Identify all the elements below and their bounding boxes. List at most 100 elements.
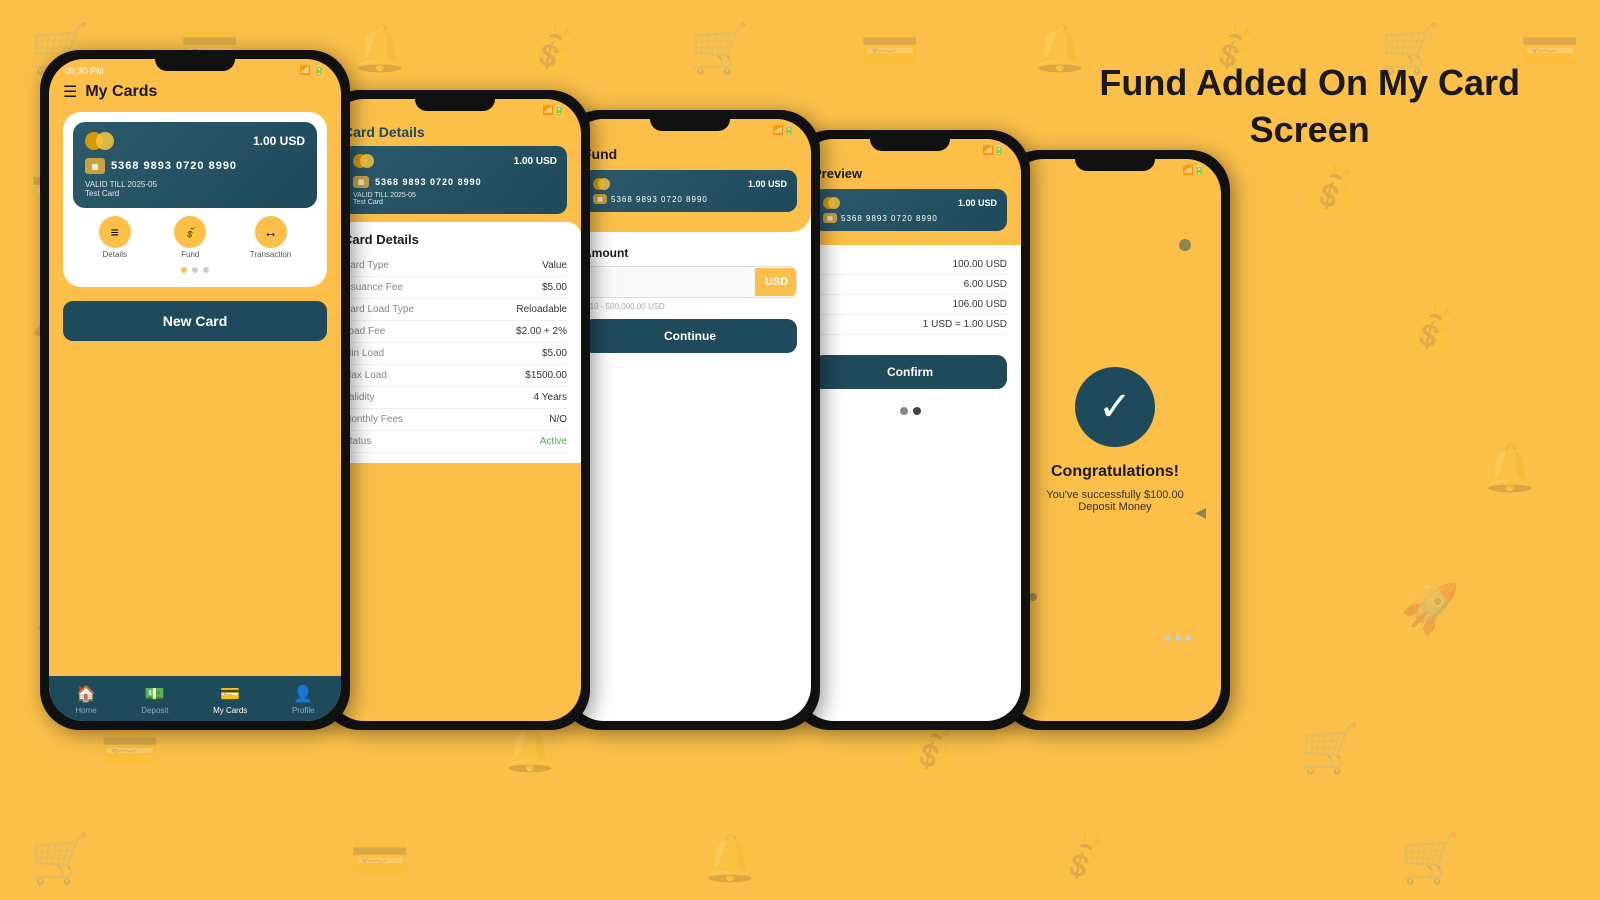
hamburger-icon[interactable]: ☰: [63, 82, 77, 102]
detail-row-minload: Min Load $5.00: [343, 343, 567, 365]
detail-row-loadfee: Load Fee $2.00 + 2%: [343, 321, 567, 343]
card-valid: VALID TILL 2025-05: [85, 180, 305, 189]
congrats-title: Congratulations!: [1051, 463, 1179, 481]
details-card-amount: 1.00 USD: [514, 156, 557, 167]
fund-card-number: 5368 9893 0720 8990: [611, 195, 708, 204]
deco-circle-2: [1029, 593, 1037, 601]
preview-dots: [799, 399, 1021, 423]
home-icon: 🏠: [76, 684, 96, 704]
details-label: Details: [103, 250, 127, 259]
preview-row-1: 100.00 USD: [813, 255, 1007, 275]
mycards-title: My Cards: [85, 83, 157, 101]
nav-mycards-label: My Cards: [213, 706, 247, 715]
phone-1-notch: [155, 53, 235, 71]
phone-1-screen: 08:30 PM 📶 🔋 ☰ My Cards: [49, 59, 341, 721]
screen-fund: 📶🔋 Fund 1.00 USD ▦: [569, 119, 811, 721]
phone-5-notch: [1075, 153, 1155, 171]
credit-card: 1.00 USD ▦ 5368 9893 0720 8990 VALID TIL…: [73, 122, 317, 208]
phone-3: 📶🔋 Fund 1.00 USD ▦: [560, 110, 820, 730]
phone-2: 📶🔋 Card Details 1.00 USD: [320, 90, 590, 730]
details-name: Test Card: [353, 199, 557, 206]
nav-home-label: Home: [75, 706, 96, 715]
screen-mycards: 08:30 PM 📶 🔋 ☰ My Cards: [49, 59, 341, 721]
details-card-top: 1.00 USD: [353, 154, 557, 168]
preview-mc-logo: [823, 197, 840, 209]
phone-5: 📶🔋 ◀ ✓ Congratulations! You've successfu…: [1000, 150, 1230, 730]
fund-body: Amount USD 0.10 - 500,000.00 USD Continu…: [569, 232, 811, 367]
amount-input[interactable]: [584, 267, 755, 297]
phone-2-notch: [415, 93, 495, 111]
mycards-header: ☰ My Cards: [49, 78, 341, 108]
check-circle: ✓: [1075, 367, 1155, 447]
preview-title: Preview: [813, 166, 1007, 181]
preview-row-3: 106.00 USD: [813, 295, 1007, 315]
amount-hint: 0.10 - 500,000.00 USD: [583, 302, 797, 311]
fund-card-mini: 1.00 USD ▦ 5368 9893 0720 8990: [583, 170, 797, 212]
deco-arrow: ◀: [1195, 504, 1206, 521]
action-fund[interactable]: 💰 Fund: [174, 216, 206, 259]
time-1: 08:30 PM: [65, 66, 104, 76]
nav-profile-label: Profile: [292, 706, 315, 715]
card-carousel: 1.00 USD ▦ 5368 9893 0720 8990 VALID TIL…: [63, 112, 327, 287]
screen-preview: 📶🔋 Preview 1.00 USD ▦: [799, 139, 1021, 721]
preview-top: Preview 1.00 USD ▦ 5368 9893 0720 8990: [799, 158, 1021, 245]
check-icon: ✓: [1098, 384, 1132, 430]
card-name: Test Card: [85, 189, 305, 198]
action-details[interactable]: ≡ Details: [99, 216, 131, 259]
new-card-button[interactable]: New Card: [63, 301, 327, 341]
detail-row-issuance: Issuance Fee $5.00: [343, 277, 567, 299]
transaction-icon: ↔: [255, 216, 287, 248]
preview-row-4: 1 USD = 1.00 USD: [813, 315, 1007, 335]
nav-deposit-label: Deposit: [141, 706, 168, 715]
carddetails-header: Card Details: [329, 118, 581, 146]
phone-4: 📶🔋 Preview 1.00 USD ▦: [790, 130, 1030, 730]
congrats-text: You've successfully $100.00 Deposit Mone…: [1046, 489, 1183, 513]
nav-mycards[interactable]: 💳 My Cards: [213, 684, 247, 715]
detail-row-monthly: Monthly Fees N/O: [343, 409, 567, 431]
details-icon: ≡: [99, 216, 131, 248]
continue-button[interactable]: Continue: [583, 319, 797, 353]
preview-list: 100.00 USD 6.00 USD 106.00 USD 1 USD = 1…: [799, 245, 1021, 345]
preview-card-mini: 1.00 USD ▦ 5368 9893 0720 8990: [813, 189, 1007, 231]
phone-5-screen: 📶🔋 ◀ ✓ Congratulations! You've successfu…: [1009, 159, 1221, 721]
details-card-footer: VALID TILL 2025-05 Test Card: [353, 192, 557, 206]
details-chip: ▦: [353, 176, 369, 188]
usd-badge: USD: [755, 268, 797, 296]
details-card-number: 5368 9893 0720 8990: [375, 177, 482, 187]
deco-circle-1: [1179, 239, 1191, 251]
amount-input-row: USD: [583, 266, 797, 298]
deposit-icon: 💵: [145, 684, 165, 704]
phone-3-notch: [650, 113, 730, 131]
fund-screen-title: Fund: [583, 146, 797, 162]
card-top-row: 1.00 USD: [85, 132, 305, 150]
preview-row-2: 6.00 USD: [813, 275, 1007, 295]
dot-2: [192, 267, 198, 273]
card-number: 5368 9893 0720 8990: [111, 160, 237, 172]
phones-container: 08:30 PM 📶 🔋 ☰ My Cards: [40, 50, 1230, 730]
action-transaction[interactable]: ↔ Transaction: [250, 216, 292, 259]
phone-3-screen: 📶🔋 Fund 1.00 USD ▦: [569, 119, 811, 721]
fund-top: Fund 1.00 USD ▦ 5368 9893 0720 8990: [569, 138, 811, 232]
carousel-dots: [73, 263, 317, 277]
nav-profile[interactable]: 👤 Profile: [292, 684, 315, 715]
details-card-chip: ▦ 5368 9893 0720 8990: [353, 176, 557, 188]
details-mc-c2: [360, 154, 374, 168]
phone-4-notch: [870, 133, 950, 151]
dot-1: [181, 267, 187, 273]
fund-mc-c2: [598, 178, 610, 190]
screen-congrats: 📶🔋 ◀ ✓ Congratulations! You've successfu…: [1009, 159, 1221, 721]
dot-3: [203, 267, 209, 273]
detail-row-maxload: Max Load $1500.00: [343, 365, 567, 387]
mastercard-logo: [85, 132, 114, 150]
nav-deposit[interactable]: 💵 Deposit: [141, 684, 168, 715]
screen-carddetails: 📶🔋 Card Details 1.00 USD: [329, 99, 581, 721]
card-chip-row: ▦ 5368 9893 0720 8990: [85, 158, 305, 174]
card-actions: ≡ Details 💰 Fund ↔ Transaction: [73, 208, 317, 263]
details-credit-card: 1.00 USD ▦ 5368 9893 0720 8990 VALID TIL…: [343, 146, 567, 214]
confirm-button[interactable]: Confirm: [813, 355, 1007, 389]
nav-home[interactable]: 🏠 Home: [75, 684, 96, 715]
chip-icon: ▦: [85, 158, 105, 174]
details-card-preview: 1.00 USD ▦ 5368 9893 0720 8990 VALID TIL…: [343, 146, 567, 214]
signal-icons-1: 📶 🔋: [300, 65, 325, 76]
mc-circle-right: [96, 132, 114, 150]
